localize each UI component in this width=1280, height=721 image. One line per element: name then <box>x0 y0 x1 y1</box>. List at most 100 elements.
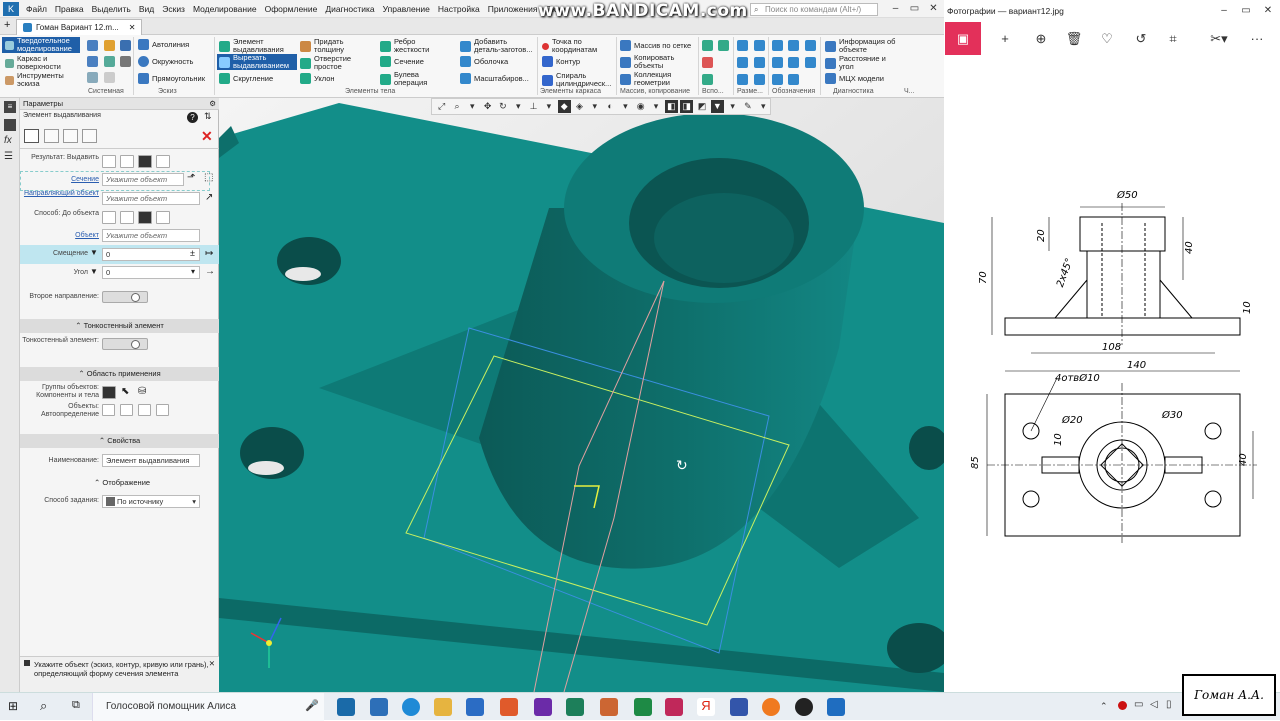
contour-button[interactable]: Контур <box>542 56 580 67</box>
section-sketch-icon[interactable]: ⬏ <box>187 172 195 183</box>
ribbon-tab-wireframe[interactable]: Каркас и поверхности <box>5 55 80 71</box>
object-input[interactable]: Укажите объект <box>102 229 200 242</box>
ribbon-tab-solid[interactable]: Твердотельное моделирование <box>2 37 80 53</box>
mode-icon-3[interactable] <box>63 129 78 143</box>
angle-select-arrow-icon[interactable]: ▾ <box>191 267 195 276</box>
objects-option-4[interactable] <box>156 404 169 416</box>
dimension-angle-icon[interactable] <box>754 57 765 68</box>
tray-network-icon[interactable]: ▭ <box>1134 699 1143 710</box>
thicken-button[interactable]: Придать толщину <box>300 38 370 54</box>
thin-toggle[interactable] <box>102 338 148 350</box>
pan-icon[interactable]: ✥ <box>481 100 494 113</box>
add-to-button[interactable]: + <box>989 22 1021 55</box>
dimension-arc-icon[interactable] <box>754 74 765 85</box>
roughness-icon[interactable] <box>805 40 816 51</box>
object-label[interactable]: Объект <box>22 232 99 240</box>
firefox-taskbar-icon[interactable] <box>762 698 780 716</box>
second-direction-toggle[interactable] <box>102 291 148 303</box>
cut-extrude-button[interactable]: Вырезать выдавливанием <box>217 54 297 70</box>
tray-volume-icon[interactable]: ◁ <box>1150 699 1158 710</box>
camera-icon[interactable]: ◉ <box>634 100 647 113</box>
tree-icon[interactable]: ≡ <box>4 101 16 113</box>
mode-icon-4[interactable] <box>82 129 97 143</box>
axis-view-icon[interactable]: ⊥ <box>527 100 540 113</box>
shell-button[interactable]: Оболочка <box>460 56 508 67</box>
zoom-fit-icon[interactable]: ⤢ <box>435 100 448 113</box>
windows-start-icon[interactable]: ⊞ <box>8 699 22 713</box>
circle-button[interactable]: Окружность <box>138 56 193 67</box>
display-dropdown-icon[interactable]: ▾ <box>588 100 601 113</box>
section-label[interactable]: Сечение <box>22 176 99 184</box>
props-section-header[interactable]: ⌃ Свойства <box>20 434 219 448</box>
app-2-taskbar-icon[interactable] <box>730 698 748 716</box>
aux-plane-icon[interactable] <box>718 40 729 51</box>
menu-settings[interactable]: Настройка <box>434 4 484 14</box>
mail-taskbar-icon[interactable] <box>370 698 388 716</box>
axis-dropdown-icon[interactable]: ▾ <box>542 100 555 113</box>
favorite-button[interactable]: ♡ <box>1091 22 1123 55</box>
geometry-collection-button[interactable]: Коллекция геометрии <box>620 71 695 87</box>
settings-dropdown-icon[interactable]: ▾ <box>757 100 770 113</box>
menu-design[interactable]: Оформление <box>261 4 322 14</box>
kompas-taskbar-icon[interactable] <box>337 698 355 716</box>
objects-option-3[interactable] <box>138 404 151 416</box>
excel-taskbar-icon[interactable] <box>566 698 584 716</box>
bandicam-taskbar-icon[interactable] <box>795 698 813 716</box>
menu-control[interactable]: Управление <box>379 4 434 14</box>
base-icon[interactable] <box>772 57 783 68</box>
shading-dropdown-icon[interactable]: ▾ <box>619 100 632 113</box>
fillet-button[interactable]: Скругление <box>219 73 273 84</box>
close-button[interactable]: ✕ <box>924 0 943 18</box>
boolean-button[interactable]: Булева операция <box>380 71 450 87</box>
designation-icon[interactable] <box>772 40 783 51</box>
properties-icon[interactable] <box>104 56 115 67</box>
photos-minimize-button[interactable]: – <box>1213 0 1235 22</box>
grid-array-button[interactable]: Массив по сетке <box>620 40 691 51</box>
rotate-dropdown-icon[interactable]: ▾ <box>512 100 525 113</box>
mark-icon[interactable] <box>805 57 816 68</box>
section-input[interactable]: Укажите объект <box>102 173 184 186</box>
rotate-button[interactable]: ↺ <box>1125 22 1157 55</box>
rectangle-button[interactable]: Прямоугольник <box>138 73 205 84</box>
objects-option-1[interactable] <box>102 404 115 416</box>
mass-properties-button[interactable]: МЦХ модели <box>825 73 884 84</box>
photos-taskbar-icon[interactable] <box>665 698 683 716</box>
shading-icon[interactable]: ◐ <box>603 100 616 113</box>
direction-label[interactable]: Направляющий объект <box>22 190 99 198</box>
display-section-header[interactable]: ⌃ Отображение <box>94 478 150 487</box>
object-info-button[interactable]: Информация об объекте <box>825 38 901 54</box>
mode-icon-1[interactable] <box>24 129 39 143</box>
powerpoint-taskbar-icon[interactable] <box>500 698 518 716</box>
ribbon-tab-sketch-tools[interactable]: Инструменты эскиза <box>5 72 80 88</box>
direction-input[interactable]: Укажите объект <box>102 192 200 205</box>
photos-maximize-button[interactable]: ▭ <box>1235 0 1257 22</box>
photos-app-button[interactable]: ▣ <box>945 22 981 55</box>
dimension-linear-icon[interactable] <box>737 40 748 51</box>
cut-icon[interactable] <box>120 56 131 67</box>
groups-cylinder-icon[interactable]: ⛁ <box>138 386 146 397</box>
dimension-auto-icon[interactable] <box>737 74 748 85</box>
rib-button[interactable]: Ребро жесткости <box>380 38 450 54</box>
menu-view[interactable]: Вид <box>135 4 158 14</box>
photos-close-button[interactable]: ✕ <box>1257 0 1279 22</box>
onenote-taskbar-icon[interactable] <box>534 698 552 716</box>
redo-icon[interactable] <box>104 72 115 83</box>
plus-minus-icon[interactable]: ± <box>190 248 195 258</box>
app-3-taskbar-icon[interactable] <box>827 698 845 716</box>
zoom-icon[interactable]: ⌕ <box>450 100 463 113</box>
objects-option-2[interactable] <box>120 404 133 416</box>
crop-button[interactable]: ⌗ <box>1157 22 1189 55</box>
explorer-taskbar-icon[interactable] <box>434 698 452 716</box>
help-icon[interactable]: ? <box>187 112 198 123</box>
color-picker-icon[interactable]: ✎ <box>741 100 754 113</box>
copy-objects-button[interactable]: Копировать объекты <box>620 54 695 70</box>
result-option-cut[interactable] <box>120 155 134 168</box>
excel-2-taskbar-icon[interactable] <box>634 698 652 716</box>
new-file-icon[interactable] <box>87 40 98 51</box>
name-input[interactable]: Элемент выдавливания <box>102 454 200 467</box>
filter-dropdown-icon[interactable]: ▾ <box>726 100 739 113</box>
mode-icon-2[interactable] <box>44 129 59 143</box>
mode-select[interactable]: По источнику ▾ <box>102 495 200 508</box>
hint-close-icon[interactable]: ✕ <box>209 659 215 668</box>
layers-icon[interactable]: ☰ <box>4 151 16 163</box>
